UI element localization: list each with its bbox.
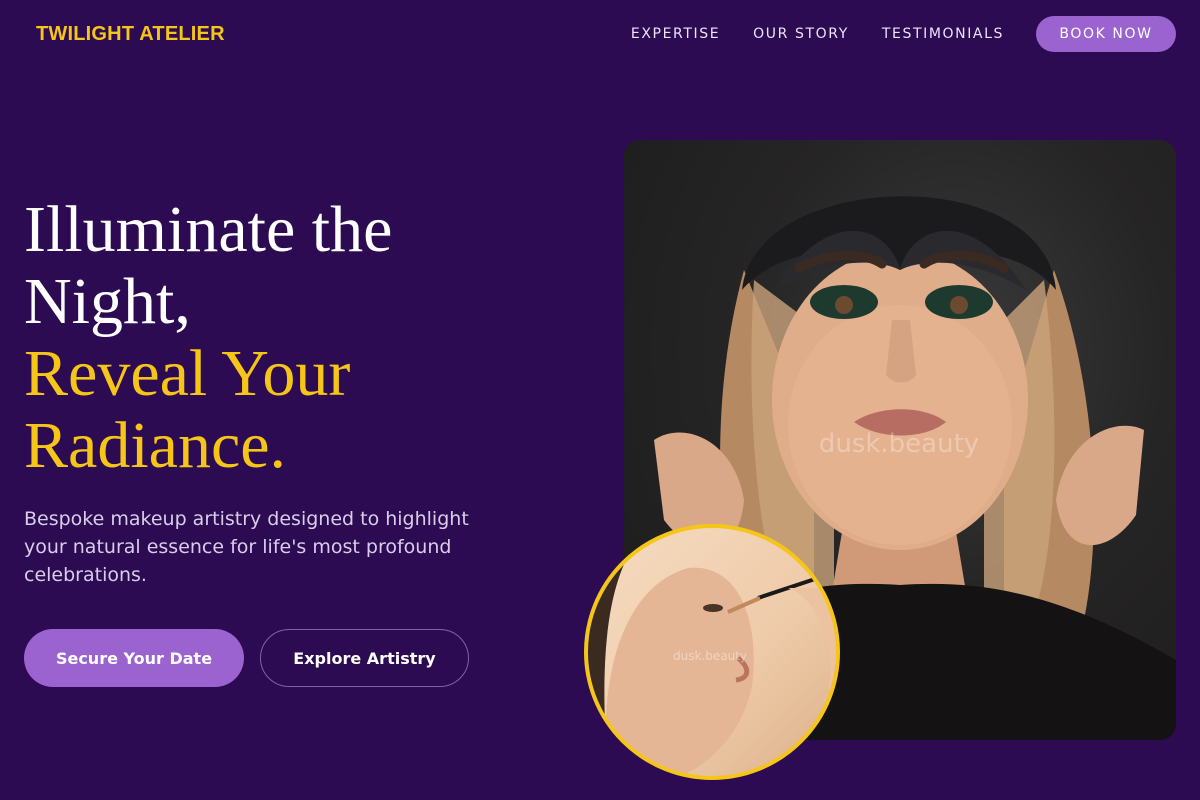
headline-line-1: Illuminate the [24, 193, 393, 266]
circle-photo-watermark: dusk.beauty [673, 649, 747, 663]
nav-link-expertise[interactable]: EXPERTISE [631, 26, 720, 42]
makeup-application-image: dusk.beauty [584, 524, 840, 780]
headline-line-2: Night, [24, 265, 191, 338]
headline-line-3: Reveal Your [24, 337, 351, 410]
hero-subtitle: Bespoke makeup artistry designed to high… [24, 508, 469, 586]
main-photo-watermark: dusk.beauty [819, 429, 979, 459]
secure-your-date-button[interactable]: Secure Your Date [24, 629, 244, 687]
top-nav: TWILIGHT ATELIER EXPERTISE OUR STORY TES… [0, 0, 1200, 68]
book-now-button[interactable]: BOOK NOW [1036, 16, 1176, 52]
landing-page: TWILIGHT ATELIER EXPERTISE OUR STORY TES… [0, 0, 1200, 800]
headline-line-4: Radiance. [24, 409, 287, 482]
nav-link-our-story[interactable]: OUR STORY [753, 26, 849, 42]
brand-logo[interactable]: TWILIGHT ATELIER [36, 23, 225, 46]
nav-link-testimonials[interactable]: TESTIMONIALS [882, 26, 1004, 42]
nav-links: EXPERTISE OUR STORY TESTIMONIALS BOOK NO… [631, 16, 1176, 52]
explore-artistry-button[interactable]: Explore Artistry [260, 629, 469, 687]
hero-headline: Illuminate the Night, Reveal Your Radian… [24, 194, 564, 482]
